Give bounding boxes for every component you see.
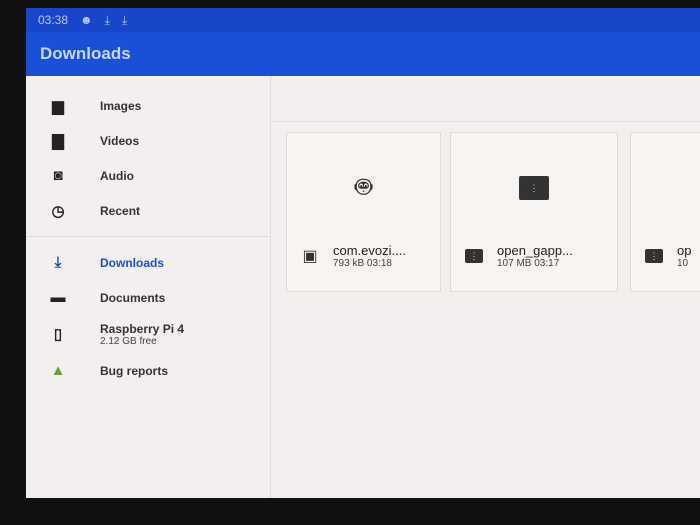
download-notification-icon: ⤓ (104, 12, 110, 27)
download-icon: ⤓ (54, 254, 62, 271)
folder-icon: ▬ (50, 289, 66, 306)
sidebar-item-label: Bug reports (100, 363, 169, 378)
clock-icon: ◷ (51, 202, 65, 220)
sidebar-item-bug-reports[interactable]: ▲ Bug reports (26, 353, 270, 388)
file-name: open_gapp... (497, 243, 573, 258)
device-icon: ▯ (53, 326, 63, 343)
sidebar-item-label: Images (100, 98, 142, 113)
android-icon: 🤖︎ (355, 171, 372, 202)
download-notification-icon: ⤓ (121, 12, 128, 27)
file-meta: 10 (677, 258, 689, 269)
sidebar-item-raspberry-pi[interactable]: ▯ Raspberry Pi 4 2.12 GB free (26, 315, 270, 353)
sidebar-item-label: Audio (100, 168, 134, 183)
app-bar: Downloads (26, 32, 700, 76)
video-icon: ▇ (52, 132, 64, 150)
sidebar-item-images[interactable]: ▆ Images (26, 88, 270, 123)
file-card[interactable]: ⋮ ⋮ open_gapp... 107 MB 03:17 (450, 132, 618, 292)
status-time: 03:38 (38, 13, 69, 27)
sidebar-item-label: Documents (100, 290, 166, 305)
zip-icon: ⋮ (465, 249, 483, 263)
file-meta: 107 MB 03:17 (497, 258, 560, 269)
sidebar-item-label: Raspberry Pi 4 (100, 321, 185, 336)
sidebar: ▆ Images ▇ Videos ◙ Audio ◷ Recent ⤓ Download… (26, 76, 271, 498)
screen: 03:38 ☻ ⤓ ⤓ Downloads ▆ Images ▇ Videos ◙ A… (26, 8, 700, 498)
file-name: com.evozi.... (333, 243, 406, 258)
audio-icon: ◙ (53, 167, 63, 184)
zip-icon: ⋮ (645, 249, 663, 263)
sidebar-item-documents[interactable]: ▬ Documents (26, 280, 270, 315)
file-card[interactable]: ⋮ op 10 (630, 132, 700, 292)
page-title: Downloads (40, 44, 131, 63)
sidebar-item-audio[interactable]: ◙ Audio (26, 158, 270, 193)
sidebar-item-label: Downloads (100, 255, 165, 270)
image-icon: ▆ (52, 97, 64, 115)
file-name: op (677, 243, 692, 258)
zip-icon: ⋮ (519, 176, 549, 200)
file-meta: 793 kB 03:18 (333, 258, 392, 269)
sidebar-item-label: Videos (100, 133, 140, 148)
file-card[interactable]: 🤖︎ ▣ com.evozi.... 793 kB 03:18 (286, 132, 441, 292)
notification-icon: ☻ (80, 13, 93, 27)
status-bar: 03:38 ☻ ⤓ ⤓ (26, 8, 700, 32)
storage-free-label: 2.12 GB free (100, 335, 157, 347)
file-grid: 🤖︎ ▣ com.evozi.... 793 kB 03:18 ⋮ ⋮ open_ga… (272, 76, 700, 498)
android-icon: ▣ (302, 248, 318, 265)
divider (26, 236, 270, 237)
sidebar-item-label: Recent (100, 203, 141, 218)
sidebar-item-videos[interactable]: ▇ Videos (26, 123, 270, 158)
grid-header (272, 76, 700, 122)
android-icon: ▲ (50, 362, 66, 379)
sidebar-item-downloads[interactable]: ⤓ Downloads (26, 245, 270, 280)
sidebar-item-recent[interactable]: ◷ Recent (26, 193, 270, 228)
